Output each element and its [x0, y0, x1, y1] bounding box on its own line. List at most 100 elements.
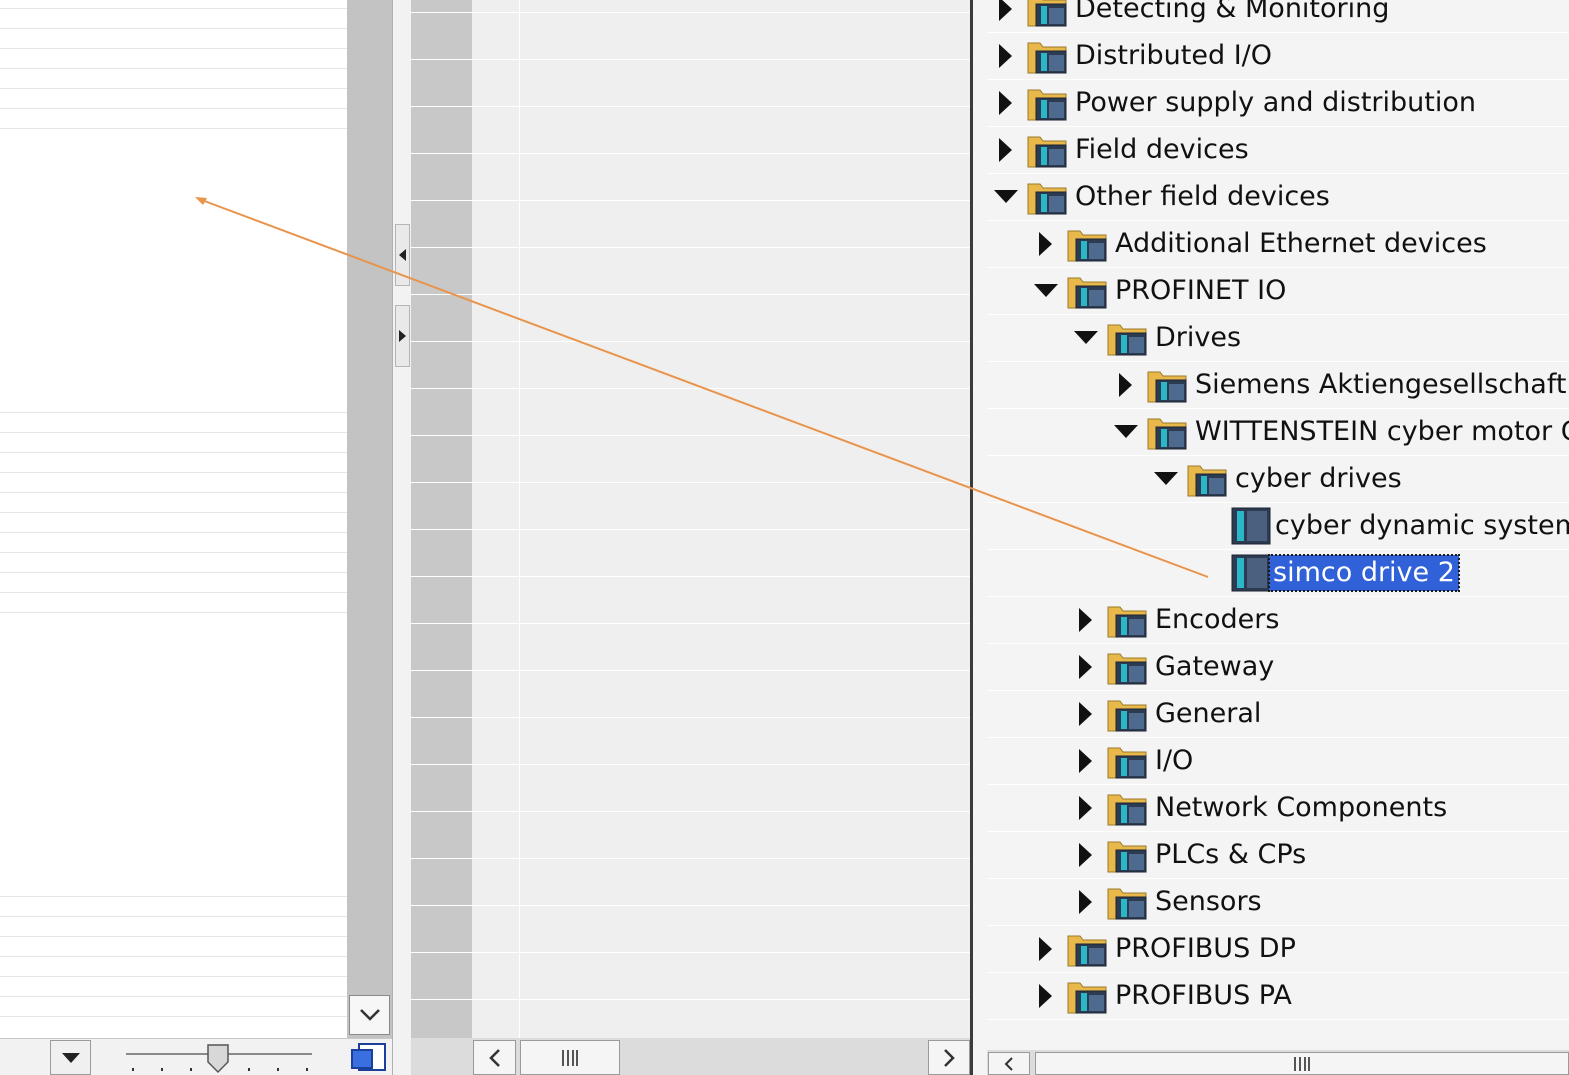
table-gridline: [0, 592, 347, 593]
collapsed-triangle-icon[interactable]: [1074, 655, 1098, 679]
tree-item-label: PROFIBUS PA: [1115, 980, 1292, 1011]
tree-item[interactable]: Gateway: [987, 644, 1569, 691]
zoom-slider-thumb-icon[interactable]: [206, 1044, 230, 1074]
tree-item[interactable]: Field devices: [987, 127, 1569, 174]
scroll-right-button[interactable]: [928, 1040, 970, 1075]
tree-item[interactable]: I/O: [987, 738, 1569, 785]
tree-item[interactable]: Drives: [987, 315, 1569, 362]
folder-icon: [1107, 602, 1147, 638]
tree-item-label: Sensors: [1155, 886, 1262, 917]
left-vertical-scrollbar[interactable]: [347, 0, 392, 1038]
table-gridline: [0, 976, 347, 977]
tree-item-label: Drives: [1155, 322, 1242, 353]
collapsed-triangle-icon[interactable]: [994, 0, 1018, 21]
folder-icon: [1147, 367, 1187, 403]
collapsed-triangle-icon[interactable]: [994, 44, 1018, 68]
tree-item[interactable]: Siemens Aktiengesellschaft: [987, 362, 1569, 409]
table-gridline: [0, 8, 347, 9]
overview-icon[interactable]: [350, 1042, 388, 1074]
tree-item-label: WITTENSTEIN cyber motor Gr: [1195, 416, 1569, 447]
tree-item-label: PROFIBUS DP: [1115, 933, 1296, 964]
tree-item[interactable]: General: [987, 691, 1569, 738]
tree-item[interactable]: Additional Ethernet devices: [987, 221, 1569, 268]
tree-item[interactable]: cyber drives: [987, 456, 1569, 503]
collapsed-triangle-icon[interactable]: [1114, 373, 1138, 397]
collapsed-triangle-icon[interactable]: [1074, 843, 1098, 867]
tree-item[interactable]: Distributed I/O: [987, 33, 1569, 80]
tree-item[interactable]: Encoders: [987, 597, 1569, 644]
tree-item-label: I/O: [1155, 745, 1194, 776]
grid-row-line: [411, 576, 970, 577]
table-gridline: [0, 532, 347, 533]
grid-row-line: [411, 12, 970, 13]
tree-item[interactable]: simco drive 2: [987, 550, 1569, 597]
scroll-left-button[interactable]: [473, 1040, 516, 1075]
table-gridline: [0, 48, 347, 49]
tree-item[interactable]: cyber dynamic system: [987, 503, 1569, 550]
table-gridline: [0, 936, 347, 937]
table-gridline: [0, 88, 347, 89]
collapsed-triangle-icon[interactable]: [1034, 984, 1058, 1008]
table-gridline: [0, 432, 347, 433]
grid-column-line: [519, 0, 520, 1038]
table-gridline: [0, 996, 347, 997]
expand-right-button[interactable]: [395, 305, 410, 367]
tree-item-label: General: [1155, 698, 1262, 729]
chevron-left-icon: [488, 1048, 500, 1067]
grid-row-line: [411, 952, 970, 953]
horizontal-scroll-thumb[interactable]: [520, 1040, 620, 1075]
catalog-scroll-thumb[interactable]: [1035, 1052, 1569, 1075]
folder-icon: [1107, 743, 1147, 779]
folder-icon: [1067, 931, 1107, 967]
collapsed-triangle-icon[interactable]: [1074, 890, 1098, 914]
table-gridline: [0, 916, 347, 917]
left-table-panel[interactable]: [0, 0, 347, 1038]
table-gridline: [0, 512, 347, 513]
tree-row-separator: [987, 1019, 1569, 1020]
chevron-left-icon: [1004, 1056, 1013, 1071]
expanded-triangle-icon[interactable]: [994, 185, 1018, 209]
row-header-gutter: [411, 0, 472, 1038]
device-view-grid[interactable]: [472, 0, 970, 1038]
table-gridline: [0, 28, 347, 29]
panel-splitter[interactable]: [392, 0, 411, 1075]
table-gridline: [0, 128, 347, 129]
tree-item[interactable]: PROFINET IO: [987, 268, 1569, 315]
tree-item-label: PROFINET IO: [1115, 275, 1287, 306]
caret-down-icon: [61, 1052, 80, 1063]
tree-item[interactable]: Sensors: [987, 879, 1569, 926]
folder-icon: [1067, 273, 1107, 309]
expanded-triangle-icon[interactable]: [1034, 279, 1058, 303]
chevron-right-icon: [944, 1048, 955, 1067]
scroll-down-button[interactable]: [349, 995, 390, 1035]
collapsed-triangle-icon[interactable]: [994, 138, 1018, 162]
grid-row-line: [411, 717, 970, 718]
expanded-triangle-icon[interactable]: [1114, 420, 1138, 444]
expanded-triangle-icon[interactable]: [1074, 326, 1098, 350]
tree-item[interactable]: PLCs & CPs: [987, 832, 1569, 879]
tree-item[interactable]: PROFIBUS DP: [987, 926, 1569, 973]
expanded-triangle-icon[interactable]: [1154, 467, 1178, 491]
folder-icon: [1107, 790, 1147, 826]
collapsed-triangle-icon[interactable]: [1074, 749, 1098, 773]
tree-item[interactable]: Network Components: [987, 785, 1569, 832]
tree-item[interactable]: Power supply and distribution: [987, 80, 1569, 127]
tree-item[interactable]: WITTENSTEIN cyber motor Gr: [987, 409, 1569, 456]
collapse-left-button[interactable]: [395, 224, 410, 286]
grid-row-line: [411, 529, 970, 530]
collapsed-triangle-icon[interactable]: [1034, 937, 1058, 961]
collapsed-triangle-icon[interactable]: [994, 91, 1018, 115]
tree-item[interactable]: Detecting & Monitoring: [987, 0, 1569, 33]
tree-item[interactable]: PROFIBUS PA: [987, 973, 1569, 1020]
tree-item[interactable]: Other field devices: [987, 174, 1569, 221]
collapsed-triangle-icon[interactable]: [1074, 608, 1098, 632]
collapsed-triangle-icon[interactable]: [1034, 232, 1058, 256]
grid-row-line: [411, 764, 970, 765]
catalog-scroll-left-button[interactable]: [988, 1052, 1030, 1075]
collapsed-triangle-icon[interactable]: [1074, 702, 1098, 726]
folder-icon: [1107, 320, 1147, 356]
folder-icon: [1027, 132, 1067, 168]
folder-icon: [1027, 0, 1067, 27]
zoom-dropdown[interactable]: [50, 1040, 91, 1075]
collapsed-triangle-icon[interactable]: [1074, 796, 1098, 820]
